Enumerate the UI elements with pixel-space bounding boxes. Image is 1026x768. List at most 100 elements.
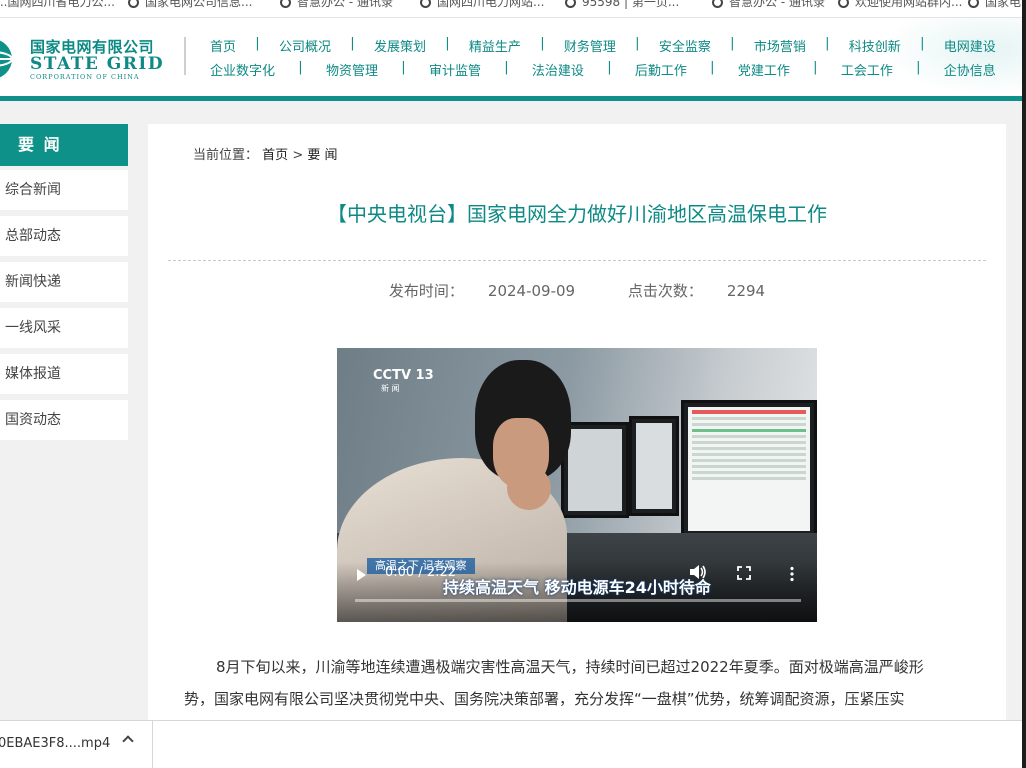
sidebar-item-frontline[interactable]: 一线风采 [0,308,128,348]
globe-icon [712,0,723,8]
breadcrumb-label: 当前位置： [193,148,259,163]
nav-separator: | [401,60,406,75]
bookmark-item[interactable]: 智慧办公 - 通讯录 [280,0,393,11]
nav-union[interactable]: 工会工作 [841,60,893,79]
nav-enterprise-association[interactable]: 企协信息 [944,60,996,79]
nav-finance[interactable]: 财务管理 [564,36,616,55]
sidebar-title: 要 闻 [0,124,128,166]
globe-icon [968,0,979,8]
sidebar-item-hq-news[interactable]: 总部动态 [0,216,128,256]
header-decoration [880,18,1026,96]
nav-digitalization[interactable]: 企业数字化 [210,60,275,79]
publish-date-value: 2024-09-09 [487,282,576,300]
sidebar-item-news-express[interactable]: 新闻快递 [0,262,128,302]
publish-date-label: 发布时间： [388,282,464,300]
title-divider [168,260,986,261]
article-paragraph: 势，国家电网有限公司坚决贯彻党中央、国务院决策部署，充分发挥“一盘棋”优势，统筹… [184,690,905,708]
bookmark-label: ...国网四川省电力公... [0,0,115,9]
nav-safety[interactable]: 安全监察 [659,36,711,55]
bookmark-label: 智慧办公 - 通讯录 [297,0,393,9]
video-frame-person [507,466,551,510]
nav-lean-production[interactable]: 精益生产 [469,36,521,55]
bookmark-item[interactable]: ...国网四川省电力公... [0,0,115,11]
nav-audit[interactable]: 审计监管 [429,60,481,79]
nav-legal[interactable]: 法治建设 [532,60,584,79]
article-title: 【中央电视台】国家电网全力做好川渝地区高温保电工作 [327,202,827,226]
video-frame-monitor [561,422,629,518]
main-nav-row-1: 首页 | 公司概况 | 发展策划 | 精益生产 | 财务管理 | 安全监察 | … [210,36,996,55]
article-paragraph: 8月下旬以来，川渝等地连续遭遇极端灾害性高温天气，持续时间已超过2022年夏季。… [216,658,924,676]
bookmark-label: 国网四川电力网站... [437,0,545,9]
volume-icon[interactable] [689,564,707,580]
nav-party-building[interactable]: 党建工作 [738,60,790,79]
nav-development-planning[interactable]: 发展策划 [374,36,426,55]
view-count-label: 点击次数： [627,282,703,300]
nav-separator: | [607,60,612,75]
bookmark-label: 95598 | 第一页... [582,0,680,9]
nav-separator: | [730,36,735,51]
breadcrumb-separator: > [292,148,304,163]
video-frame-monitor [681,400,817,538]
download-item[interactable]: 0EBAE3F8....mp4 [0,721,153,768]
nav-marketing[interactable]: 市场营销 [754,36,806,55]
view-count-value: 2294 [726,282,766,300]
breadcrumb-home-link[interactable]: 首页 [262,148,288,163]
bookmark-item[interactable]: 95598 | 第一页... [565,0,679,11]
article-meta: 发布时间： 2024-09-09 点击次数： 2294 [148,280,1006,301]
sidebar-item-general-news[interactable]: 综合新闻 [0,170,128,210]
more-options-icon[interactable] [789,566,795,582]
state-grid-logo-icon[interactable] [0,35,16,83]
breadcrumb: 当前位置： 首页 > 要 闻 [193,144,338,163]
channel-subtitle: 新 闻 [381,384,400,393]
bookmarks-bar: ...国网四川省电力公... 国家电网公司信息... 智慧办公 - 通讯录 国网… [0,0,1026,18]
bookmark-label: 智慧办公 - 通讯录 [729,0,825,9]
nav-separator: | [635,36,640,51]
nav-home[interactable]: 首页 [210,36,236,55]
window-edge [1022,0,1026,768]
video-caption: 持续高温天气 移动电源车24小时待命 [443,578,711,597]
channel-name: CCTV 13 [373,368,434,383]
nav-materials[interactable]: 物资管理 [326,60,378,79]
nav-separator: | [445,36,450,51]
nav-separator: | [350,36,355,51]
nav-separator: | [825,36,830,51]
sidebar-item-media[interactable]: 媒体报道 [0,354,128,394]
chevron-up-icon[interactable] [122,735,134,747]
bookmark-item[interactable]: 国家电 [968,0,1021,11]
nav-separator: | [255,36,260,51]
nav-grid-construction[interactable]: 电网建设 [944,36,996,55]
globe-icon [128,0,139,8]
logo-divider [184,37,186,75]
bookmark-label: 欢迎使用网站群内... [855,0,963,9]
video-progress-bar[interactable] [355,599,801,602]
globe-icon [420,0,431,8]
nav-separator: | [813,60,818,75]
globe-icon [565,0,576,8]
header-accent-bar [0,96,1026,101]
site-header: 国家电网有限公司 STATE GRID CORPORATION OF CHINA… [0,18,1026,96]
play-icon[interactable] [357,569,366,581]
download-bar: 0EBAE3F8....mp4 [0,720,1026,768]
bookmark-label: 国家电 [985,0,1022,9]
breadcrumb-current-link[interactable]: 要 闻 [307,148,337,163]
nav-separator: | [916,60,921,75]
bookmark-item[interactable]: 国网四川电力网站... [420,0,544,11]
nav-innovation[interactable]: 科技创新 [849,36,901,55]
bookmark-item[interactable]: 欢迎使用网站群内... [838,0,962,11]
globe-icon [280,0,291,8]
globe-icon [838,0,849,8]
video-time: 0:00 / 2:22 [385,565,457,580]
nav-company-overview[interactable]: 公司概况 [279,36,331,55]
nav-logistics[interactable]: 后勤工作 [635,60,687,79]
bookmark-item[interactable]: 智慧办公 - 通讯录 [712,0,825,11]
view-count: 点击次数： 2294 [616,282,777,300]
main-nav-row-2: 企业数字化 | 物资管理 | 审计监管 | 法治建设 | 后勤工作 | 党建工作… [210,60,996,79]
video-player[interactable]: CCTV 13 新 闻 高温之下 记者观察 持续高温天气 移动电源车24小时待命 … [337,348,817,622]
bookmark-label: 国家电网公司信息... [145,0,253,9]
sidebar-item-sasac[interactable]: 国资动态 [0,400,128,440]
nav-separator: | [298,60,303,75]
publish-date: 发布时间： 2024-09-09 [377,282,587,300]
fullscreen-icon[interactable] [737,566,751,580]
nav-separator: | [920,36,925,51]
bookmark-item[interactable]: 国家电网公司信息... [128,0,252,11]
